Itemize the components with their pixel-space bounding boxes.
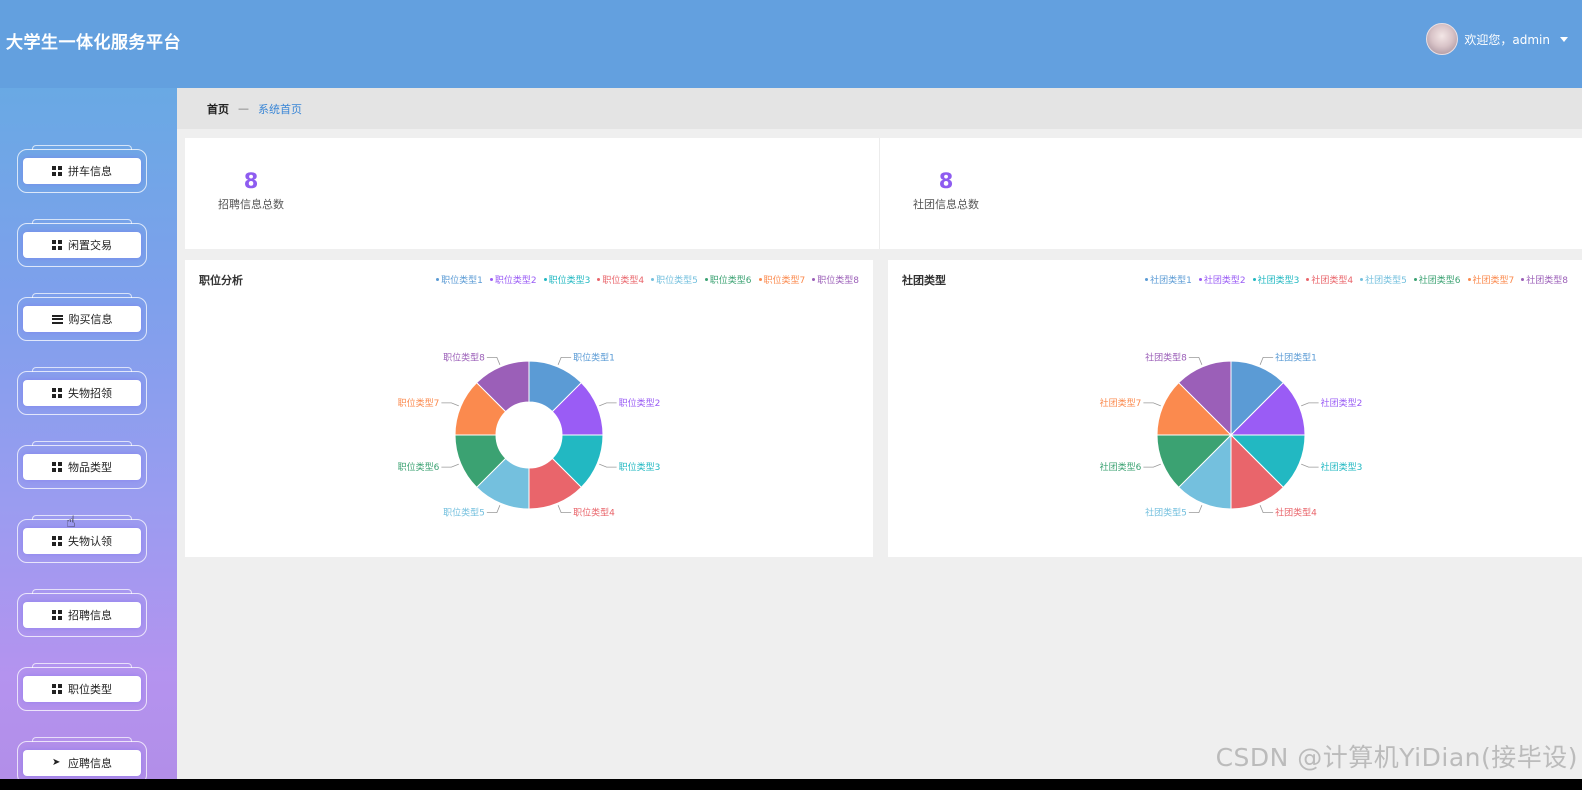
slice-label: 社团类型2 bbox=[1321, 397, 1363, 409]
label-leader-line bbox=[557, 356, 572, 365]
breadcrumb-current[interactable]: 系统首页 bbox=[258, 101, 302, 117]
sidebar-button[interactable]: 失物招领 bbox=[23, 380, 141, 406]
label-leader-line bbox=[1188, 505, 1203, 514]
label-leader-line bbox=[1188, 356, 1203, 365]
sidebar-item-purchase[interactable]: 购买信息 bbox=[17, 293, 147, 341]
sidebar-button[interactable]: 闲置交易 bbox=[23, 232, 141, 258]
label-leader-line bbox=[599, 402, 617, 407]
sidebar-button[interactable]: 物品类型 bbox=[23, 454, 141, 480]
stats-card: 8 招聘信息总数 8 社团信息总数 bbox=[185, 138, 1582, 249]
sidebar-item-label: 招聘信息 bbox=[68, 609, 112, 622]
club-type-chart-card: 社团类型 社团类型1 社团类型2 社团类型3 社团类型4 社团类型5 社团类型6 社团类型7… bbox=[888, 260, 1582, 557]
bottom-bar bbox=[0, 779, 1582, 790]
slice-label: 职位类型6 bbox=[398, 461, 440, 473]
grid-icon bbox=[52, 536, 62, 546]
sidebar-item-label: 应聘信息 bbox=[68, 757, 112, 770]
watermark: CSDN @计算机YiDian(接毕设) bbox=[1215, 743, 1578, 772]
breadcrumb: 首页 — 系统首页 bbox=[177, 88, 1582, 129]
sidebar-item-label: 失物认领 bbox=[68, 535, 112, 548]
label-leader-line bbox=[1143, 402, 1161, 407]
main-content: 首页 — 系统首页 8 招聘信息总数 8 社团信息总数 职位分析 职位类型1 职位… bbox=[177, 88, 1582, 779]
label-leader-line bbox=[557, 505, 572, 514]
sidebar: 拼车信息 闲置交易 购买信息 失物招领 物品类型 失物认领 招聘信息 职位类型 … bbox=[0, 88, 177, 779]
caret-down-icon[interactable] bbox=[1560, 36, 1568, 42]
sidebar-item-carpool[interactable]: 拼车信息 bbox=[17, 145, 147, 193]
label-leader-line bbox=[1301, 402, 1319, 407]
sidebar-button[interactable]: 职位类型 bbox=[23, 676, 141, 702]
stat-value: 8 bbox=[243, 169, 259, 193]
label-leader-line bbox=[1259, 356, 1274, 365]
sidebar-item-label: 职位类型 bbox=[68, 683, 112, 696]
slice-label: 职位类型3 bbox=[619, 461, 661, 473]
label-leader-line bbox=[441, 463, 459, 468]
user-avatar[interactable] bbox=[1426, 23, 1459, 55]
app-title: 大学生一体化服务平台 bbox=[6, 33, 181, 53]
label-leader-line bbox=[1259, 505, 1274, 514]
slice-label: 社团类型8 bbox=[1145, 351, 1187, 363]
stat-label: 社团信息总数 bbox=[913, 198, 979, 211]
sidebar-item-application[interactable]: ➤ 应聘信息 bbox=[17, 737, 147, 779]
sidebar-item-idle-trade[interactable]: 闲置交易 bbox=[17, 219, 147, 267]
slice-label: 职位类型2 bbox=[619, 397, 661, 409]
sidebar-item-label: 拼车信息 bbox=[68, 165, 112, 178]
stat-recruitment-total: 8 招聘信息总数 bbox=[201, 168, 301, 212]
label-leader-line bbox=[486, 356, 501, 365]
send-icon: ➤ bbox=[52, 757, 61, 768]
position-analysis-chart-card: 职位分析 职位类型1 职位类型2 职位类型3 职位类型4 职位类型5 职位类型6 职位类型7… bbox=[185, 260, 873, 557]
sidebar-item-label: 购买信息 bbox=[68, 313, 113, 326]
list-icon bbox=[51, 314, 63, 324]
sidebar-item-label: 闲置交易 bbox=[68, 239, 112, 252]
label-leader-line bbox=[486, 505, 501, 514]
label-leader-line bbox=[1301, 463, 1319, 468]
slice-label: 社团类型3 bbox=[1321, 461, 1363, 473]
slice-label: 职位类型7 bbox=[398, 397, 440, 409]
stat-value: 8 bbox=[938, 169, 954, 193]
welcome-text[interactable]: 欢迎您，admin bbox=[1464, 31, 1550, 48]
slice-label: 职位类型8 bbox=[443, 351, 485, 363]
sidebar-item-label: 物品类型 bbox=[68, 461, 112, 474]
slice-label: 社团类型7 bbox=[1100, 397, 1142, 409]
sidebar-button[interactable]: ➤ 应聘信息 bbox=[23, 750, 141, 776]
slice-label: 职位类型5 bbox=[443, 507, 485, 519]
stat-club-total: 8 社团信息总数 bbox=[896, 168, 996, 212]
slice-label: 社团类型4 bbox=[1275, 507, 1317, 519]
slice-label: 社团类型5 bbox=[1145, 507, 1187, 519]
sidebar-button[interactable]: 招聘信息 bbox=[23, 602, 141, 628]
top-header: 大学生一体化服务平台 欢迎您，admin bbox=[0, 0, 1582, 88]
divider bbox=[879, 138, 880, 249]
grid-icon bbox=[52, 462, 62, 472]
sidebar-item-label: 失物招领 bbox=[68, 387, 112, 400]
slice-label: 职位类型4 bbox=[573, 507, 615, 519]
label-leader-line bbox=[1143, 463, 1161, 468]
slice-label: 职位类型1 bbox=[573, 351, 615, 363]
position-pie-chart: 职位类型1 职位类型2 职位类型3 职位类型4 职位类型5 职位类型6 职位类型7 职位类型8 bbox=[398, 351, 661, 519]
sidebar-button[interactable]: 拼车信息 bbox=[23, 158, 141, 184]
grid-icon bbox=[52, 240, 62, 250]
label-leader-line bbox=[441, 402, 459, 407]
sidebar-button[interactable]: 失物认领 bbox=[23, 528, 141, 554]
grid-icon bbox=[52, 610, 62, 620]
sidebar-button[interactable]: 购买信息 bbox=[23, 306, 141, 332]
sidebar-item-item-type[interactable]: 物品类型 bbox=[17, 441, 147, 489]
sidebar-item-lost-claim[interactable]: 失物认领 bbox=[17, 515, 147, 563]
slice-label: 社团类型1 bbox=[1275, 351, 1317, 363]
breadcrumb-home[interactable]: 首页 bbox=[207, 101, 229, 117]
sidebar-item-lost-found[interactable]: 失物招领 bbox=[17, 367, 147, 415]
slice-label: 社团类型6 bbox=[1100, 461, 1142, 473]
sidebar-item-recruitment[interactable]: 招聘信息 bbox=[17, 589, 147, 637]
stat-label: 招聘信息总数 bbox=[218, 198, 284, 211]
grid-icon bbox=[52, 388, 62, 398]
hand-cursor-icon: ☝ bbox=[66, 512, 76, 531]
breadcrumb-separator: — bbox=[238, 102, 249, 115]
club-pie-chart: 社团类型1 社团类型2 社团类型3 社团类型4 社团类型5 社团类型6 社团类型7 社团类型8 bbox=[1100, 351, 1363, 519]
grid-icon bbox=[52, 166, 62, 176]
label-leader-line bbox=[599, 463, 617, 468]
user-menu[interactable]: 欢迎您，admin bbox=[1426, 22, 1568, 56]
sidebar-item-position-type[interactable]: 职位类型 bbox=[17, 663, 147, 711]
grid-icon bbox=[52, 684, 62, 694]
